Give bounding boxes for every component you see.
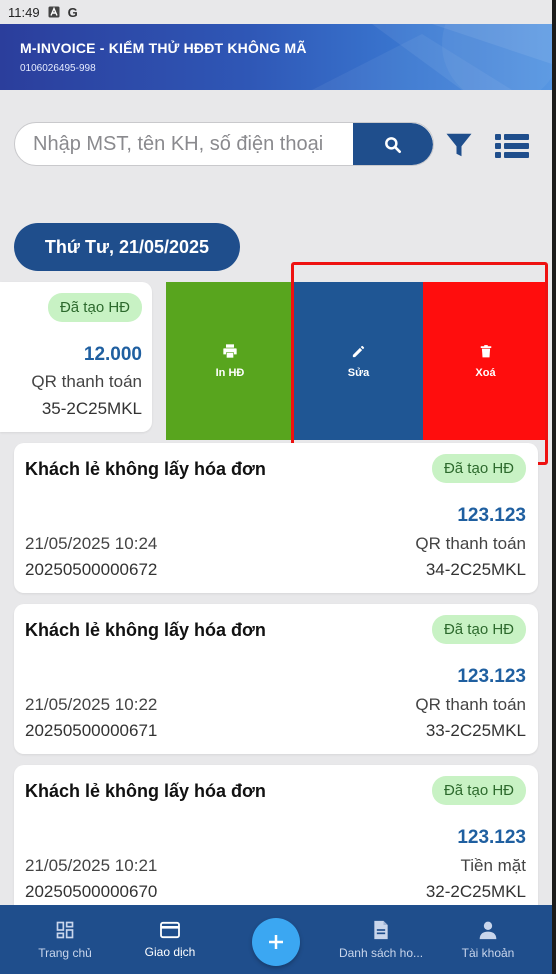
invoice-card[interactable]: Khách lẻ không lấy hóa đơn Đã tạo HĐ 123… (14, 604, 538, 754)
status-badge: Đã tạo HĐ (431, 776, 526, 805)
date-filter-button[interactable]: Thứ Tư, 21/05/2025 (14, 223, 240, 271)
status-bar: 11:49 G (0, 0, 556, 24)
list-view-button[interactable] (494, 130, 530, 162)
invoice-code: 34-2C25MKL (425, 560, 526, 579)
status-badge: Đã tạo HĐ (47, 293, 142, 322)
invoice-code: 35-2C25MKL (41, 399, 142, 418)
edit-invoice-button[interactable]: Sửa (294, 282, 423, 440)
print-icon (223, 344, 237, 358)
person-icon (479, 921, 497, 939)
app-header: M-INVOICE - KIỂM THỬ HĐĐT KHÔNG MÃ 01060… (0, 24, 552, 90)
invoice-card[interactable]: Khách lẻ không lấy hóa đơn Đã tạo HĐ 123… (14, 443, 538, 593)
customer-name: Khách lẻ không lấy hóa đơn (25, 459, 266, 479)
document-icon (374, 920, 388, 939)
invoice-card[interactable]: Khách lẻ không lấy hóa đơn Đã tạo HĐ 123… (14, 765, 538, 915)
google-icon: G (67, 4, 78, 20)
status-badge: Đã tạo HĐ (431, 454, 526, 483)
list-icon (495, 134, 529, 158)
customer-name: Khách lẻ không lấy hóa đơn (25, 620, 266, 640)
search-input[interactable] (15, 123, 355, 165)
print-invoice-button[interactable]: In HĐ (166, 282, 294, 440)
invoice-datetime: 21/05/2025 10:21 (25, 856, 158, 875)
header-decoration (312, 24, 552, 90)
company-title: M-INVOICE - KIỂM THỬ HĐĐT KHÔNG MÃ (20, 40, 307, 56)
invoice-amount: 123.123 (457, 666, 526, 687)
tax-code: 0106026495-998 (20, 63, 96, 74)
delete-label: Xoá (475, 366, 496, 379)
payment-method: QR thanh toán (31, 372, 142, 391)
nav-label-home: Trang chủ (38, 945, 92, 960)
payment-method: QR thanh toán (415, 695, 526, 714)
nav-item-account[interactable]: Tài khoản (442, 905, 534, 974)
invoice-code: 32-2C25MKL (425, 882, 526, 901)
search-icon (385, 137, 401, 153)
customer-name: Khách lẻ không lấy hóa đơn (25, 781, 266, 801)
filter-icon (446, 133, 472, 157)
search-button[interactable] (353, 123, 433, 165)
invoice-amount: 123.123 (457, 505, 526, 526)
nav-label-account: Tài khoản (461, 945, 515, 960)
nav-item-home[interactable]: Trang chủ (20, 905, 110, 974)
edit-label: Sửa (347, 366, 370, 379)
print-label: In HĐ (215, 367, 245, 379)
screen-edge (552, 0, 556, 974)
a-icon (48, 6, 60, 18)
payment-method: QR thanh toán (415, 534, 526, 553)
invoice-number: 20250500000671 (25, 721, 158, 740)
invoice-amount: 12.000 (83, 344, 142, 365)
add-invoice-button[interactable] (252, 918, 300, 966)
invoice-code: 33-2C25MKL (425, 721, 526, 740)
plus-icon (269, 935, 283, 949)
invoice-datetime: 21/05/2025 10:24 (25, 534, 158, 553)
payment-method: Tiền mặt (460, 856, 526, 875)
search-bar (14, 122, 434, 166)
nav-item-transactions[interactable]: Giao dịch (125, 905, 215, 974)
status-badge: Đã tạo HĐ (431, 615, 526, 644)
invoice-datetime: 21/05/2025 10:22 (25, 695, 158, 714)
nav-item-invoice-list[interactable]: Danh sách ho... (330, 905, 432, 974)
delete-icon (480, 344, 491, 357)
edit-icon (352, 345, 365, 357)
invoice-card-swiped[interactable]: Đã tạo HĐ 12.000 QR thanh toán 35-2C25MK… (0, 282, 152, 432)
card-icon (160, 921, 180, 938)
status-time: 11:49 (8, 4, 40, 20)
invoice-amount: 123.123 (457, 827, 526, 848)
nav-label-transactions: Giao dịch (144, 944, 196, 959)
dashboard-icon (56, 921, 74, 938)
delete-invoice-button[interactable]: Xoá (423, 282, 548, 440)
invoice-number: 20250500000670 (25, 882, 158, 901)
invoice-number: 20250500000672 (25, 560, 158, 579)
filter-button[interactable] (442, 128, 476, 162)
nav-label-invoice-list: Danh sách ho... (338, 945, 424, 960)
